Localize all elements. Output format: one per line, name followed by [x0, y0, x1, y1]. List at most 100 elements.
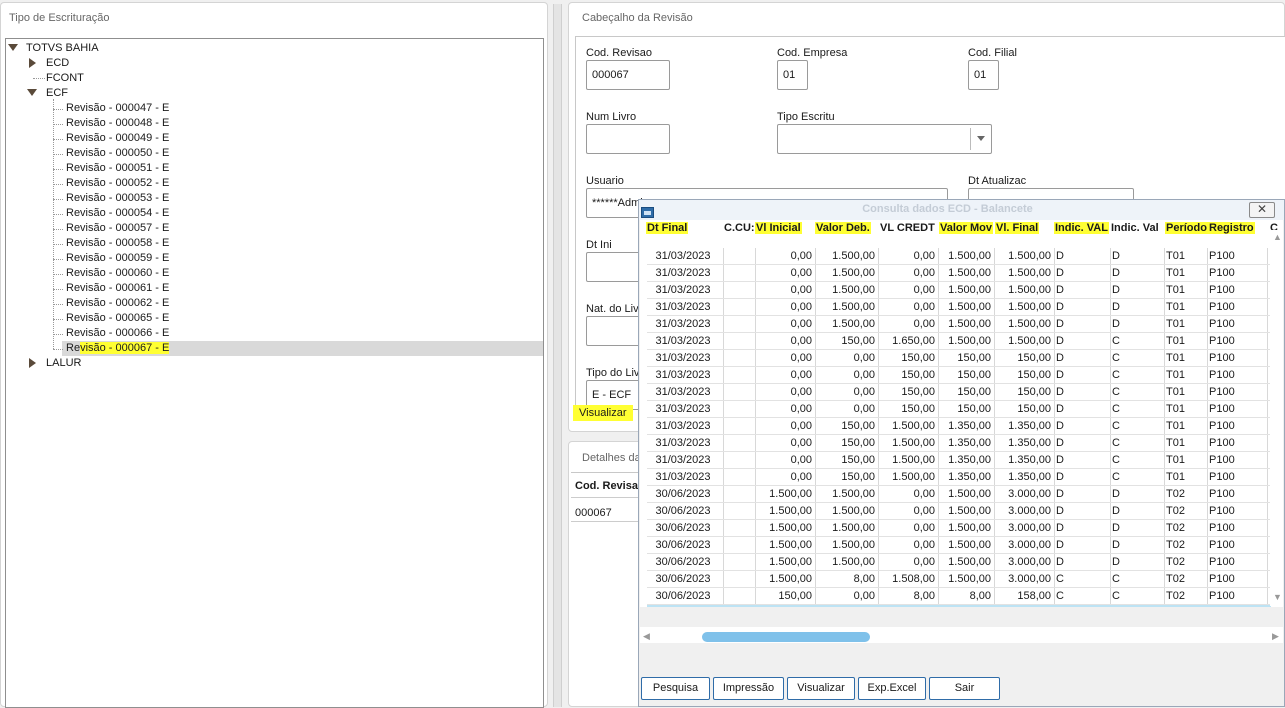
table-row[interactable]: 31/03/2023 0,00 1.500,00 0,00 1.500,00 1.500,…	[647, 248, 1271, 265]
table-cell: 0,00	[913, 250, 935, 262]
table-row[interactable]: 30/06/2023 1.500,00 1.500,00 0,00 1.500,00 3.…	[647, 537, 1271, 554]
tree-node-revision-selected[interactable]: Revisão - 000067 - E	[66, 341, 170, 356]
table-cell: C	[1112, 369, 1120, 381]
vertical-scrollbar[interactable]: ▲ ▼	[1270, 230, 1282, 606]
column-header[interactable]: Vl Inicial	[755, 220, 802, 250]
tree-node-revision[interactable]: Revisão - 000052 - E	[66, 176, 169, 191]
column-header[interactable]: Valor Mov	[939, 220, 993, 250]
column-header[interactable]: Indic. VAL	[1054, 220, 1109, 250]
table-row[interactable]: 31/03/2023 0,00 150,00 1.500,00 1.350,00 1.35…	[647, 418, 1271, 435]
tree-node-revision[interactable]: Revisão - 000058 - E	[66, 236, 169, 251]
pesquisa-button[interactable]: Pesquisa	[641, 677, 710, 700]
table-row[interactable]: 31/03/2023 0,00 0,00 150,00 150,00 150,00 D C T0…	[647, 367, 1271, 384]
table-cell: D	[1112, 522, 1120, 534]
tree-node-revision[interactable]: Revisão - 000066 - E	[66, 326, 169, 341]
table-cell	[725, 435, 754, 452]
scroll-down-icon[interactable]: ▼	[1273, 592, 1282, 602]
tree-node-ecd[interactable]: ECD	[46, 56, 69, 71]
cod-revisao-field[interactable]: 000067	[586, 60, 670, 90]
tree-node-revision[interactable]: Revisão - 000061 - E	[66, 281, 169, 296]
panel-title: Tipo de Escrituração	[9, 12, 110, 24]
tree-node-revision[interactable]: Revisão - 000050 - E	[66, 146, 169, 161]
tree-node-lalur[interactable]: LALUR	[46, 356, 81, 371]
table-row[interactable]: 30/06/2023 1.500,00 1.500,00 0,00 1.500,00 3.…	[647, 520, 1271, 537]
tree-node-revision[interactable]: Revisão - 000049 - E	[66, 131, 169, 146]
column-header[interactable]: Vl. Final	[995, 220, 1040, 250]
tree-node-revision[interactable]: Revisão - 000054 - E	[66, 206, 169, 221]
tree-node-revision[interactable]: Revisão - 000059 - E	[66, 251, 169, 266]
scroll-up-icon[interactable]: ▲	[1273, 232, 1282, 242]
sair-button[interactable]: Sair	[929, 677, 1000, 700]
column-header[interactable]: Dt Final	[646, 220, 689, 250]
table-cell	[725, 588, 754, 605]
table-row[interactable]: 31/03/2023 0,00 150,00 1.650,00 1.500,00 1.50…	[647, 333, 1271, 350]
balancete-grid[interactable]: Dt Final C.CU: Vl Inicial Valor Deb. VL CRED…	[640, 220, 1283, 607]
expand-down-icon[interactable]	[8, 44, 18, 51]
visualizar-button[interactable]: Visualizar	[573, 405, 633, 421]
close-button[interactable]: ✕	[1249, 202, 1275, 218]
tree-node-revision[interactable]: Revisão - 000048 - E	[66, 116, 169, 131]
column-header[interactable]: Registro	[1208, 220, 1255, 250]
table-cell: 1.350,00	[948, 437, 991, 449]
table-row[interactable]: 31/03/2023 0,00 1.500,00 0,00 1.500,00 1.500,…	[647, 282, 1271, 299]
column-header[interactable]: C.CU:	[724, 220, 755, 250]
table-cell: 1.500,00	[832, 539, 875, 551]
horizontal-scrollbar[interactable]: ◀ ▶	[640, 627, 1283, 643]
expand-right-icon[interactable]	[29, 58, 36, 68]
tree-node-revision[interactable]: Revisão - 000051 - E	[66, 161, 169, 176]
dialog-titlebar[interactable]: Consulta dados ECD - Balancete ✕	[639, 200, 1284, 220]
expand-right-icon[interactable]	[29, 358, 36, 368]
cod-empresa-field[interactable]: 01	[777, 60, 808, 90]
panel-splitter[interactable]	[553, 4, 562, 707]
table-cell[interactable]: 000067	[575, 507, 612, 519]
table-row[interactable]: 31/03/2023 0,00 150,00 1.500,00 1.350,00 1.35…	[647, 435, 1271, 452]
scroll-thumb[interactable]	[702, 632, 870, 642]
table-row[interactable]: 30/06/2023 1.500,00 1.500,00 0,00 1.500,00 3.…	[647, 486, 1271, 503]
table-cell: T01	[1166, 352, 1185, 364]
tree-node-root[interactable]: TOTVS BAHIA	[26, 41, 99, 56]
tree-node-ecf[interactable]: ECF	[46, 86, 68, 101]
table-row[interactable]: 31/03/2023 0,00 0,00 150,00 150,00 150,00 D C T0…	[647, 350, 1271, 367]
table-row[interactable]: 30/06/2023 1.500,00 1.500,00 0,00 1.500,00 3.…	[647, 554, 1271, 571]
impressao-button[interactable]: Impressão	[713, 677, 784, 700]
table-row[interactable]: 31/03/2023 0,00 0,00 150,00 150,00 150,00 D C T0…	[647, 384, 1271, 401]
tree-node-revision[interactable]: Revisão - 000062 - E	[66, 296, 169, 311]
table-row[interactable]: 31/03/2023 0,00 150,00 1.500,00 1.350,00 1.35…	[647, 469, 1271, 486]
table-row[interactable]: 31/03/2023 0,00 1.500,00 0,00 1.500,00 1.500,…	[647, 316, 1271, 333]
table-cell: D	[1056, 420, 1064, 432]
tree-node-revision[interactable]: Revisão - 000053 - E	[66, 191, 169, 206]
exp-excel-button[interactable]: Exp.Excel	[858, 677, 926, 700]
expand-down-icon[interactable]	[27, 89, 37, 96]
table-cell	[725, 367, 754, 384]
column-header[interactable]: Valor Deb.	[815, 220, 871, 250]
cod-filial-field[interactable]: 01	[968, 60, 999, 90]
column-header[interactable]: Período	[1165, 220, 1208, 250]
tree-connector	[53, 99, 54, 349]
scroll-right-icon[interactable]: ▶	[1272, 631, 1279, 641]
scroll-left-icon[interactable]: ◀	[643, 631, 650, 641]
column-header[interactable]: Indic. Val	[1111, 220, 1159, 250]
table-row[interactable]: 30/06/2023 1.500,00 8,00 1.508,00 1.500,00 3.…	[647, 571, 1271, 588]
table-row[interactable]: 30/06/2023 150,00 0,00 8,00 8,00 158,00 C C T02 P…	[647, 588, 1271, 605]
table-cell: P100	[1209, 539, 1235, 551]
table-row[interactable]: 30/06/2023 1.500,00 1.500,00 0,00 1.500,00 3.…	[647, 503, 1271, 520]
table-cell: C	[1112, 352, 1120, 364]
table-row[interactable]: 31/03/2023 0,00 0,00 150,00 150,00 150,00 D C T0…	[647, 401, 1271, 418]
column-header[interactable]: Cod. Revisa	[575, 480, 638, 492]
num-livro-field[interactable]	[586, 124, 670, 154]
tree-node-revision[interactable]: Revisão - 000047 - E	[66, 101, 169, 116]
tree-node-fcont[interactable]: FCONT	[46, 71, 84, 86]
table-row[interactable]: 31/03/2023 0,00 150,00 1.500,00 1.350,00 1.35…	[647, 452, 1271, 469]
tree-node-revision[interactable]: Revisão - 000057 - E	[66, 221, 169, 236]
column-header[interactable]: VL CREDT	[880, 220, 935, 250]
table-row[interactable]: 31/03/2023 0,00 1.500,00 0,00 1.500,00 1.500,…	[647, 299, 1271, 316]
chevron-down-icon[interactable]	[977, 136, 985, 141]
visualizar-dialog-button[interactable]: Visualizar	[787, 677, 855, 700]
escrituracao-tree[interactable]: TOTVS BAHIA ECD FCONT ECF Revisão - 0000…	[5, 38, 544, 708]
tree-node-revision[interactable]: Revisão - 000060 - E	[66, 266, 169, 281]
table-cell: D	[1056, 284, 1064, 296]
table-row[interactable]: 31/03/2023 0,00 1.500,00 0,00 1.500,00 1.500,…	[647, 265, 1271, 282]
table-row-selected[interactable]: 30/06/2023150,000,008,008,00158,00CCT02P…	[647, 605, 1271, 607]
tipo-escritu-select[interactable]	[777, 124, 992, 154]
tree-node-revision[interactable]: Revisão - 000065 - E	[66, 311, 169, 326]
